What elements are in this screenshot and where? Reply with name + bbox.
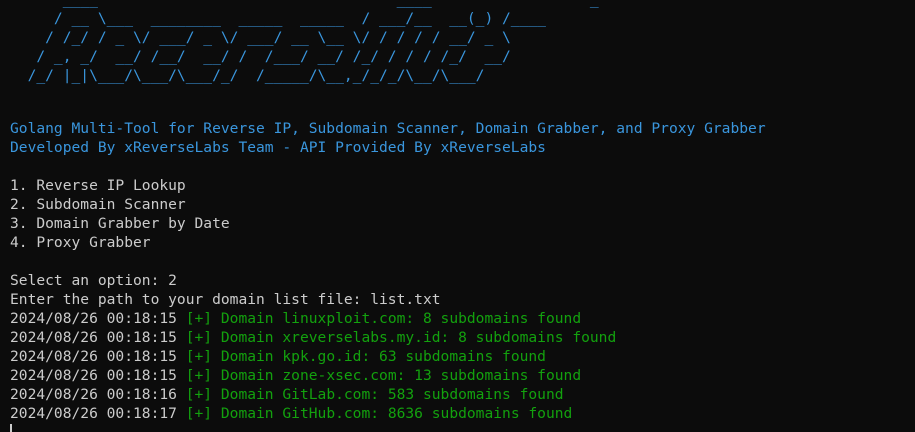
log-message: [+] Domain kpk.go.id: 63 subdomains foun…	[185, 348, 546, 365]
log-line: 2024/08/26 00:18:15 [+] Domain zone-xsec…	[10, 366, 581, 385]
log-line: 2024/08/26 00:18:17 [+] Domain GitHub.co…	[10, 404, 572, 423]
log-message: [+] Domain linuxploit.com: 8 subdomains …	[185, 310, 582, 327]
menu-item-domain-grabber: 3. Domain Grabber by Date	[10, 215, 230, 232]
log-timestamp: 2024/08/26 00:18:16	[10, 386, 177, 403]
log-timestamp: 2024/08/26 00:18:15	[10, 367, 177, 384]
log-timestamp: 2024/08/26 00:18:17	[10, 405, 177, 422]
log-line: 2024/08/26 00:18:15 [+] Domain kpk.go.id…	[10, 347, 546, 366]
log-message: [+] Domain GitLab.com: 583 subdomains fo…	[185, 386, 564, 403]
log-timestamp: 2024/08/26 00:18:15	[10, 348, 177, 365]
ascii-banner: ____ ____ _ / __ \___ ________ _____ ___…	[27, 0, 599, 84]
log-line: 2024/08/26 00:18:15 [+] Domain linuxploi…	[10, 309, 581, 328]
text-cursor	[10, 424, 12, 432]
select-option-prompt: Select an option: 2	[10, 272, 177, 289]
log-timestamp: 2024/08/26 00:18:15	[10, 310, 177, 327]
log-message: [+] Domain xreverselabs.my.id: 8 subdoma…	[185, 329, 617, 346]
log-line: 2024/08/26 00:18:15 [+] Domain xreversel…	[10, 328, 616, 347]
menu-item-proxy-grabber: 4. Proxy Grabber	[10, 234, 151, 251]
header-description: Golang Multi-Tool for Reverse IP, Subdom…	[10, 120, 766, 137]
terminal-window[interactable]: ____ ____ _ / __ \___ ________ _____ ___…	[0, 0, 915, 432]
log-line: 2024/08/26 00:18:16 [+] Domain GitLab.co…	[10, 385, 564, 404]
menu-item-reverse-ip: 1. Reverse IP Lookup	[10, 177, 186, 194]
header-credits: Developed By xReverseLabs Team - API Pro…	[10, 139, 546, 156]
log-message: [+] Domain GitHub.com: 8636 subdomains f…	[185, 405, 573, 422]
path-prompt: Enter the path to your domain list file:…	[10, 291, 441, 308]
menu-item-subdomain-scanner: 2. Subdomain Scanner	[10, 196, 186, 213]
log-message: [+] Domain zone-xsec.com: 13 subdomains …	[185, 367, 582, 384]
log-timestamp: 2024/08/26 00:18:15	[10, 329, 177, 346]
